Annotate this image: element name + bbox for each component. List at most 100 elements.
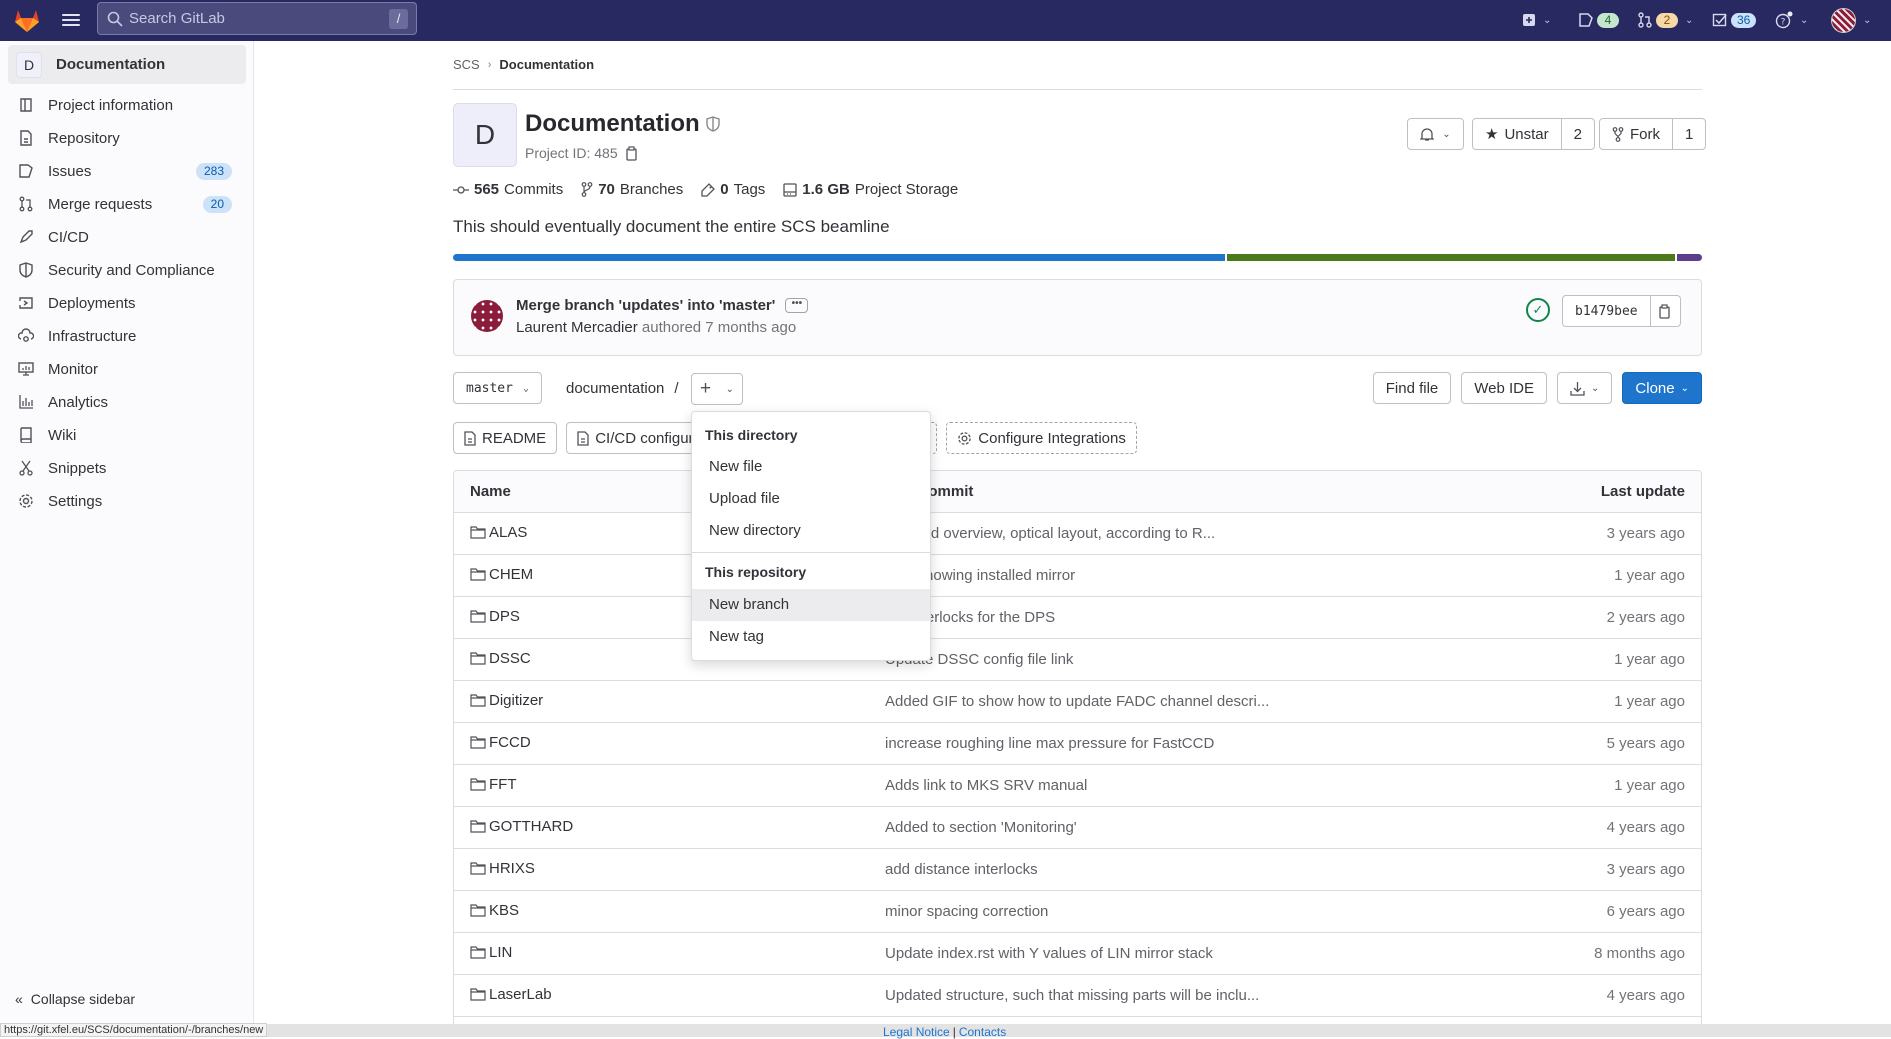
folder-link[interactable]: FFT (470, 776, 517, 793)
gitlab-logo-icon[interactable] (13, 7, 41, 33)
folder-link[interactable]: LaserLab (470, 986, 552, 1003)
storage-stat-link[interactable]: 1.6 GB Project Storage (783, 181, 958, 198)
last-commit-message-link[interactable]: increase roughing line max pressure for … (885, 735, 1214, 752)
help-button[interactable]: ? ⌄ (1775, 8, 1808, 32)
pipeline-status-passed-icon[interactable]: ✓ (1526, 298, 1550, 322)
sidebar-item-deployments[interactable]: Deployments (8, 288, 246, 318)
user-menu-button[interactable]: ⌄ (1831, 7, 1871, 33)
add-to-tree-dropdown-menu: This directory New file Upload file New … (691, 411, 931, 661)
last-commit-message-link[interactable]: Update index.rst with Y values of LIN mi… (885, 945, 1213, 962)
toggle-commit-description-button[interactable]: ••• (785, 298, 809, 313)
sidebar-item-settings[interactable]: Settings (8, 486, 246, 516)
upload-file-menu-item[interactable]: Upload file (692, 483, 930, 515)
folder-link[interactable]: CHEM (470, 566, 533, 583)
sidebar-item-merge-requests[interactable]: Merge requests 20 (8, 189, 246, 219)
table-row: GOTTHARD Added to section 'Monitoring' 4 y… (454, 807, 1701, 849)
todo-checkbox-icon (1712, 13, 1727, 27)
last-commit-message-link[interactable]: Added to section 'Monitoring' (885, 819, 1077, 836)
sidebar-item-ci-cd[interactable]: CI/CD (8, 222, 246, 252)
folder-link[interactable]: FCCD (470, 734, 531, 751)
commits-stat-link[interactable]: 565 Commits (453, 181, 563, 198)
todos-button[interactable]: 36 (1712, 8, 1757, 32)
find-file-button[interactable]: Find file (1372, 372, 1452, 404)
last-commit-message-link[interactable]: Updated structure, such that missing par… (885, 987, 1259, 1004)
new-directory-menu-item[interactable]: New directory (692, 515, 930, 547)
commit-author-avatar[interactable] (471, 300, 503, 332)
sidebar-item-snippets[interactable]: Snippets (8, 453, 246, 483)
web-ide-button[interactable]: Web IDE (1461, 372, 1548, 404)
copy-icon (1658, 303, 1670, 319)
new-file-menu-item[interactable]: New file (692, 451, 930, 483)
file-icon (577, 430, 589, 446)
cloud-gear-icon (18, 328, 34, 344)
last-commit-message-link[interactable]: updated overview, optical layout, accord… (885, 525, 1215, 542)
language-bar-segment[interactable] (1677, 254, 1703, 261)
breadcrumb-group-link[interactable]: SCS (453, 57, 480, 72)
last-commit-message-link[interactable]: add distance interlocks (885, 861, 1038, 878)
last-commit-message-link[interactable]: Added GIF to show how to update FADC cha… (885, 693, 1269, 710)
chevron-right-icon: › (487, 58, 492, 71)
branches-stat-link[interactable]: 70 Branches (581, 181, 683, 198)
project-description: This should eventually document the enti… (453, 217, 890, 236)
issues-button[interactable]: 4 (1578, 8, 1619, 32)
add-to-tree-dropdown-button[interactable]: + ⌄ (691, 373, 743, 405)
last-update-time: 3 years ago (1606, 861, 1685, 878)
copy-icon[interactable] (625, 145, 639, 161)
sidebar-project-link[interactable]: D Documentation (8, 45, 246, 84)
folder-link[interactable]: DPS (470, 608, 520, 625)
dropdown-section-this-repository: This repository (705, 564, 807, 580)
folder-icon (470, 862, 486, 875)
tags-stat-link[interactable]: 0 Tags (701, 181, 765, 198)
merge-requests-count-badge: 20 (202, 195, 232, 213)
branch-selector[interactable]: master ⌄ (453, 372, 542, 404)
sidebar-item-security-and-compliance[interactable]: Security and Compliance (8, 255, 246, 285)
unstar-button[interactable]: ★ Unstar (1472, 118, 1562, 150)
language-bar-segment[interactable] (453, 254, 1225, 261)
readme-button[interactable]: README (453, 422, 558, 454)
folder-link[interactable]: LIN (470, 944, 512, 961)
sidebar-item-analytics[interactable]: Analytics (8, 387, 246, 417)
notification-dropdown[interactable]: ⌄ (1407, 118, 1464, 150)
configure-integrations-button[interactable]: Configure Integrations (946, 422, 1137, 454)
notification-button[interactable]: ⌄ (1407, 118, 1464, 150)
last-commit-message-link[interactable]: Adds link to MKS SRV manual (885, 777, 1087, 794)
new-tag-menu-item[interactable]: New tag (692, 621, 930, 653)
last-commit-message-link[interactable]: minor spacing correction (885, 903, 1048, 920)
sidebar-item-infrastructure[interactable]: Infrastructure (8, 321, 246, 351)
language-bar-segment[interactable] (1226, 254, 1676, 261)
create-new-button[interactable]: ⌄ (1522, 8, 1551, 32)
sidebar-item-wiki[interactable]: Wiki (8, 420, 246, 450)
collapse-sidebar-button[interactable]: « Collapse sidebar (15, 991, 135, 1007)
sidebar-item-repository[interactable]: Repository (8, 123, 246, 153)
folder-link[interactable]: Digitizer (470, 692, 543, 709)
fork-button-group: Fork 1 (1599, 118, 1707, 150)
deployments-icon (18, 295, 34, 311)
breadcrumb-project-link[interactable]: Documentation (499, 57, 594, 72)
copy-sha-button[interactable] (1650, 295, 1681, 327)
sidebar-item-issues[interactable]: Issues 283 (8, 156, 246, 186)
clone-dropdown-button[interactable]: Clone ⌄ (1622, 372, 1702, 404)
fork-count[interactable]: 1 (1673, 118, 1707, 150)
merge-requests-button[interactable]: 2 ⌄ (1637, 8, 1693, 32)
double-chevron-left-icon: « (15, 991, 23, 1007)
sidebar-item-label: Wiki (48, 426, 77, 444)
commit-sha-button[interactable]: b1479bee (1562, 295, 1651, 327)
path-root-link[interactable]: documentation (566, 380, 664, 397)
star-count[interactable]: 2 (1561, 118, 1595, 150)
fork-button[interactable]: Fork (1599, 118, 1673, 150)
monitor-icon (18, 361, 34, 377)
search-input[interactable]: Search GitLab / (97, 2, 417, 35)
folder-link[interactable]: DSSC (470, 650, 531, 667)
sidebar-item-monitor[interactable]: Monitor (8, 354, 246, 384)
folder-link[interactable]: HRIXS (470, 860, 535, 877)
download-dropdown-button[interactable]: ⌄ (1557, 372, 1613, 404)
folder-link[interactable]: KBS (470, 902, 519, 919)
commit-author-link[interactable]: Laurent Mercadier (516, 319, 638, 336)
menu-icon[interactable] (62, 11, 80, 29)
sidebar-item-project-information[interactable]: Project information (8, 90, 246, 120)
commit-title-link[interactable]: Merge branch 'updates' into 'master' (516, 297, 775, 314)
folder-link[interactable]: GOTTHARD (470, 818, 573, 835)
folder-link[interactable]: ALAS (470, 524, 527, 541)
new-branch-menu-item[interactable]: New branch (692, 589, 930, 621)
commit-icon (453, 185, 469, 194)
